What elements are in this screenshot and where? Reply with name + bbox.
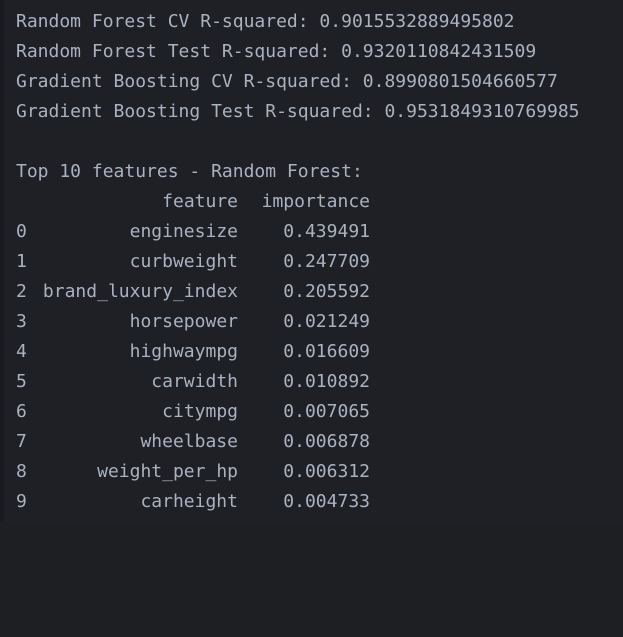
row-importance-value: 0.010892 (283, 371, 370, 392)
table-row: 0 enginesize 0.439491 (0, 217, 623, 247)
table-row: 4 highwaympg 0.016609 (0, 337, 623, 367)
column-header-importance: importance (261, 191, 370, 212)
console-text-body: Random Forest CV R-squared: 0.9015532889… (0, 0, 623, 517)
feature-table-title: Top 10 features - Random Forest: (16, 161, 363, 182)
row-importance-value: 0.205592 (283, 281, 370, 302)
row-importance-value: 0.006878 (283, 431, 370, 452)
metric-line-gb-test: Gradient Boosting Test R-squared: 0.9531… (16, 101, 580, 122)
feature-table-header-row: feature importance (0, 187, 623, 217)
row-importance-value: 0.016609 (283, 341, 370, 362)
table-row: 5 carwidth 0.010892 (0, 367, 623, 397)
metric-line-rf-test: Random Forest Test R-squared: 0.93201108… (16, 41, 537, 62)
table-row: 1 curbweight 0.247709 (0, 247, 623, 277)
table-row: 2 brand_luxury_index 0.205592 (0, 277, 623, 307)
row-importance-value: 0.007065 (283, 401, 370, 422)
metric-line-rf-cv: Random Forest CV R-squared: 0.9015532889… (16, 11, 515, 32)
table-row: 6 citympg 0.007065 (0, 397, 623, 427)
table-row: 8 weight_per_hp 0.006312 (0, 457, 623, 487)
table-row: 7 wheelbase 0.006878 (0, 427, 623, 457)
row-importance-value: 0.021249 (283, 311, 370, 332)
table-row: 3 horsepower 0.021249 (0, 307, 623, 337)
row-importance-value: 0.439491 (283, 221, 370, 242)
console-output-panel: Random Forest CV R-squared: 0.9015532889… (0, 0, 623, 523)
table-row: 9 carheight 0.004733 (0, 487, 623, 517)
blank-line-separator (0, 127, 623, 157)
row-importance-value: 0.004733 (283, 491, 370, 512)
row-importance-value: 0.006312 (283, 461, 370, 482)
row-importance-value: 0.247709 (283, 251, 370, 272)
metric-line-gb-cv: Gradient Boosting CV R-squared: 0.899080… (16, 71, 558, 92)
